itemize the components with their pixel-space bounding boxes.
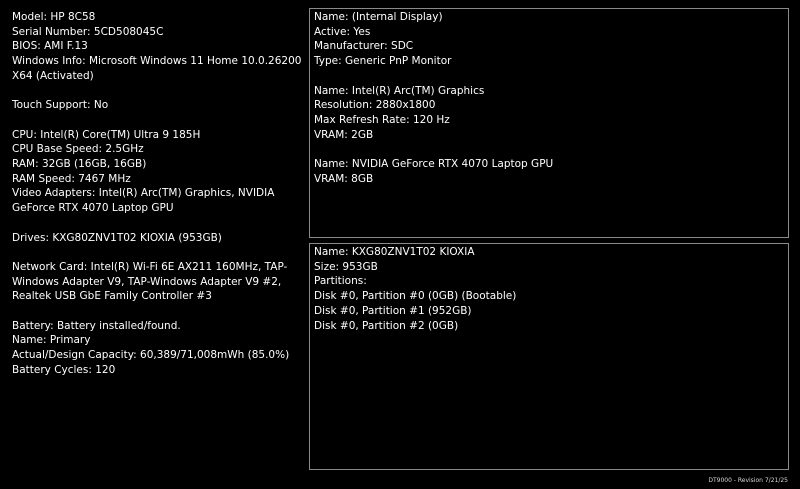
drive-name-text: Name: KXG80ZNV1T02 KIOXIA [314, 246, 475, 258]
drives-text: Drives: KXG80ZNV1T02 KIOXIA (953GB) [12, 231, 222, 244]
gpu-intel-resolution-text: Resolution: 2880x1800 [314, 99, 436, 112]
touch-support-text: Touch Support: No [12, 99, 109, 112]
revision-footer: DT9000 - Revision 7/21/25 [708, 477, 788, 484]
battery-name-text: Name: Primary [12, 334, 91, 347]
partition-2-text: Disk #0, Partition #2 (0GB) [314, 319, 459, 332]
system-info-panel: Model: HP 8C58 Serial Number: 5CD508045C… [12, 10, 304, 378]
cpu-text: CPU: Intel(R) Core(TM) Ultra 9 185H [12, 128, 201, 141]
gpu-intel-refresh-text: Max Refresh Rate: 120 Hz [314, 113, 450, 126]
gpu-intel-vram-text: VRAM: 2GB [314, 128, 374, 141]
gpu-nvidia-name-text: Name: NVIDIA GeForce RTX 4070 Laptop GPU [314, 158, 554, 170]
drive-info-box[interactable]: Name: KXG80ZNV1T02 KIOXIA Size: 953GB Pa… [309, 243, 789, 470]
display-info-box[interactable]: Name: (Internal Display) Active: Yes Man… [309, 8, 789, 238]
battery-capacity-text: Actual/Design Capacity: 60,389/71,008mWh… [12, 349, 290, 362]
model-text: Model: HP 8C58 [12, 11, 96, 23]
ram-speed-text: RAM Speed: 7467 MHz [12, 172, 131, 185]
video-adapters-text: Video Adapters: Intel(R) Arc(TM) Graphic… [12, 187, 275, 215]
network-card-text: Network Card: Intel(R) Wi-Fi 6E AX211 16… [12, 260, 288, 303]
gpu-intel-name-text: Name: Intel(R) Arc(TM) Graphics [314, 84, 485, 97]
windows-info-text: Windows Info: Microsoft Windows 11 Home … [12, 55, 302, 82]
monitor-active-text: Active: Yes [314, 25, 371, 38]
monitor-name-text: Name: (Internal Display) [314, 11, 443, 23]
monitor-type-text: Type: Generic PnP Monitor [314, 55, 452, 68]
partitions-label: Partitions: [314, 275, 367, 288]
monitor-manufacturer-text: Manufacturer: SDC [314, 40, 414, 53]
cpu-base-speed-text: CPU Base Speed: 2.5GHz [12, 143, 144, 156]
bios-text: BIOS: AMI F.13 [12, 40, 88, 53]
partition-0-text: Disk #0, Partition #0 (0GB) (Bootable) [314, 290, 517, 303]
battery-cycles-text: Battery Cycles: 120 [12, 363, 116, 376]
partition-1-text: Disk #0, Partition #1 (952GB) [314, 304, 472, 317]
drive-size-text: Size: 953GB [314, 260, 378, 273]
battery-status-text: Battery: Battery installed/found. [12, 319, 181, 332]
ram-text: RAM: 32GB (16GB, 16GB) [12, 158, 147, 170]
gpu-nvidia-vram-text: VRAM: 8GB [314, 172, 374, 185]
serial-number-text: Serial Number: 5CD508045C [12, 25, 164, 38]
